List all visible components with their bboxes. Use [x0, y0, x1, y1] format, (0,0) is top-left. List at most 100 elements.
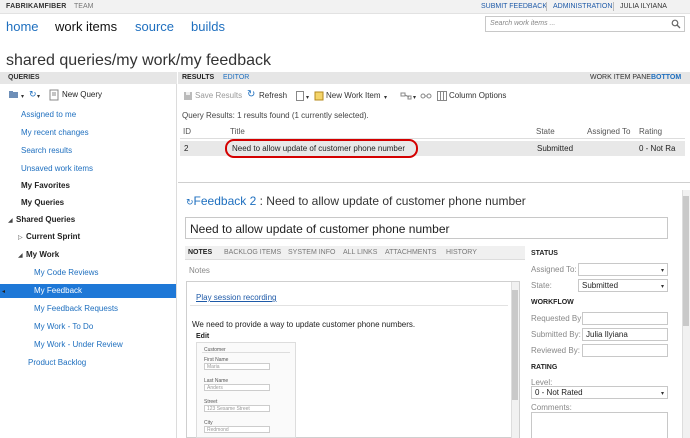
assigned-to-dropdown[interactable]: ▾: [578, 263, 668, 276]
link-items-icon[interactable]: [420, 91, 432, 101]
edit-label: Edit: [196, 333, 210, 340]
chevron-down-icon[interactable]: ▾: [21, 93, 24, 100]
query-search-results[interactable]: Search results: [0, 144, 176, 158]
team-label[interactable]: TEAM: [74, 3, 93, 10]
reviewed-by-field[interactable]: [582, 344, 668, 357]
column-header-assigned-to[interactable]: Assigned To: [587, 127, 630, 136]
new-query-button[interactable]: New Query: [62, 90, 102, 99]
pane-splitter[interactable]: [178, 182, 690, 183]
folder-shared-queries[interactable]: ◢ Shared Queries: [0, 213, 176, 227]
tab-history[interactable]: HISTORY: [446, 249, 477, 256]
query-my-work-to-do[interactable]: My Work - To Do: [0, 320, 176, 334]
folder-label: Current Sprint: [26, 232, 81, 241]
expanded-triangle-icon[interactable]: ◢: [18, 249, 26, 263]
brand-name[interactable]: FABRIKAMFIBER: [6, 3, 67, 10]
title-field[interactable]: Need to allow update of customer phone n…: [185, 217, 668, 239]
chevron-down-icon[interactable]: ▾: [37, 93, 40, 100]
cell-id[interactable]: 2: [184, 144, 188, 153]
query-my-code-reviews[interactable]: My Code Reviews: [0, 266, 176, 280]
work-item-pane-label: WORK ITEM PANE: [590, 74, 651, 81]
work-item-header-title: Need to allow update of customer phone n…: [266, 194, 526, 208]
query-my-feedback[interactable]: My Feedback: [0, 284, 176, 298]
tab-notes[interactable]: NOTES: [188, 249, 212, 256]
query-my-recent-changes[interactable]: My recent changes: [0, 126, 176, 140]
tab-work-items[interactable]: work items: [55, 19, 117, 34]
chevron-down-icon[interactable]: ▾: [661, 390, 664, 397]
query-assigned-to-me[interactable]: Assigned to me: [0, 108, 176, 122]
submitted-by-field[interactable]: Julia Ilyiana: [582, 328, 668, 341]
comments-field[interactable]: [531, 412, 668, 438]
refresh-icon[interactable]: ↻: [247, 89, 255, 100]
embedded-screenshot: Customer First Name Maria Last Name Ande…: [196, 342, 296, 438]
tab-all-links[interactable]: ALL LINKS: [343, 249, 377, 256]
state-dropdown[interactable]: Submitted ▾: [578, 279, 668, 292]
query-product-backlog[interactable]: Product Backlog: [0, 356, 176, 370]
user-name[interactable]: JULIA ILYIANA: [620, 3, 667, 10]
tab-attachments[interactable]: ATTACHMENTS: [385, 249, 436, 256]
reviewed-by-label: Reviewed By:: [531, 346, 580, 355]
tab-source[interactable]: source: [135, 19, 174, 34]
document-icon[interactable]: [295, 91, 305, 101]
folder-my-work[interactable]: ◢ My Work: [0, 248, 176, 262]
refresh-icon[interactable]: ↻: [29, 89, 37, 100]
divider: [613, 2, 614, 11]
form-scrollbar-thumb[interactable]: [683, 196, 689, 326]
notes-text: We need to provide a way to update custo…: [192, 320, 416, 329]
divider: [190, 305, 508, 306]
status-header: STATUS: [531, 250, 558, 257]
tab-home[interactable]: home: [6, 19, 39, 34]
column-header-rating[interactable]: Rating: [639, 127, 662, 136]
rating-level-dropdown[interactable]: 0 - Not Rated ▾: [531, 386, 668, 399]
column-options-button[interactable]: Column Options: [449, 91, 506, 100]
rating-header: RATING: [531, 364, 558, 371]
column-header-state[interactable]: State: [536, 127, 555, 136]
comments-label: Comments:: [531, 403, 572, 412]
cell-state[interactable]: Submitted: [537, 144, 573, 153]
queries-pane: QUERIES ▾ ↻ ▾ New Query Assigned to me M…: [0, 72, 177, 438]
submit-feedback-link[interactable]: SUBMIT FEEDBACK: [481, 3, 547, 10]
column-header-id[interactable]: ID: [183, 127, 191, 136]
play-session-recording-link[interactable]: Play session recording: [196, 293, 276, 302]
tab-builds[interactable]: builds: [191, 19, 225, 34]
expanded-triangle-icon[interactable]: ◢: [8, 214, 16, 228]
folder-icon[interactable]: [8, 89, 20, 100]
search-input[interactable]: Search work items ...: [485, 16, 685, 32]
new-work-item-icon[interactable]: [314, 91, 324, 101]
search-icon[interactable]: [671, 19, 681, 29]
chevron-down-icon[interactable]: ▾: [413, 94, 416, 101]
new-work-item-button[interactable]: New Work Item: [326, 91, 381, 100]
save-results-button[interactable]: Save Results: [195, 91, 242, 100]
folder-my-favorites[interactable]: My Favorites: [0, 179, 176, 193]
query-my-work-under-review[interactable]: My Work - Under Review: [0, 338, 176, 352]
work-item-separator: :: [259, 194, 263, 208]
collapsed-triangle-icon[interactable]: ▷: [18, 231, 26, 245]
tab-backlog-items[interactable]: BACKLOG ITEMS: [224, 249, 281, 256]
refresh-button[interactable]: Refresh: [259, 91, 287, 100]
screenshot-field-box: Maria: [204, 363, 270, 370]
chevron-down-icon[interactable]: ▾: [306, 94, 309, 101]
chevron-down-icon[interactable]: ▾: [661, 283, 664, 290]
tab-editor[interactable]: EDITOR: [223, 74, 249, 81]
administration-link[interactable]: ADMINISTRATION: [553, 3, 612, 10]
link-icon[interactable]: [400, 91, 412, 101]
tab-system-info[interactable]: SYSTEM INFO: [288, 249, 335, 256]
work-item-pane-bottom[interactable]: BOTTOM: [651, 74, 681, 81]
screenshot-field-box: Redmond: [204, 426, 270, 433]
notes-scrollbar-thumb[interactable]: [512, 290, 518, 400]
cell-rating[interactable]: 0 - Not Ra: [639, 144, 675, 153]
folder-my-queries[interactable]: My Queries: [0, 196, 176, 210]
submitted-by-label: Submitted By:: [531, 330, 581, 339]
new-query-icon[interactable]: [48, 89, 60, 101]
selection-marker-icon: ◂: [2, 289, 6, 295]
chevron-down-icon[interactable]: ▾: [661, 267, 664, 274]
requested-by-field[interactable]: [582, 312, 668, 325]
save-icon[interactable]: [183, 91, 193, 101]
chevron-down-icon[interactable]: ▾: [384, 94, 387, 101]
column-options-icon[interactable]: [437, 91, 447, 101]
query-unsaved-work-items[interactable]: Unsaved work items: [0, 162, 176, 176]
queries-header: QUERIES: [0, 72, 177, 84]
folder-current-sprint[interactable]: ▷ Current Sprint: [0, 230, 176, 244]
column-header-title[interactable]: Title: [230, 127, 245, 136]
tab-results[interactable]: RESULTS: [182, 74, 214, 81]
query-my-feedback-requests[interactable]: My Feedback Requests: [0, 302, 176, 316]
